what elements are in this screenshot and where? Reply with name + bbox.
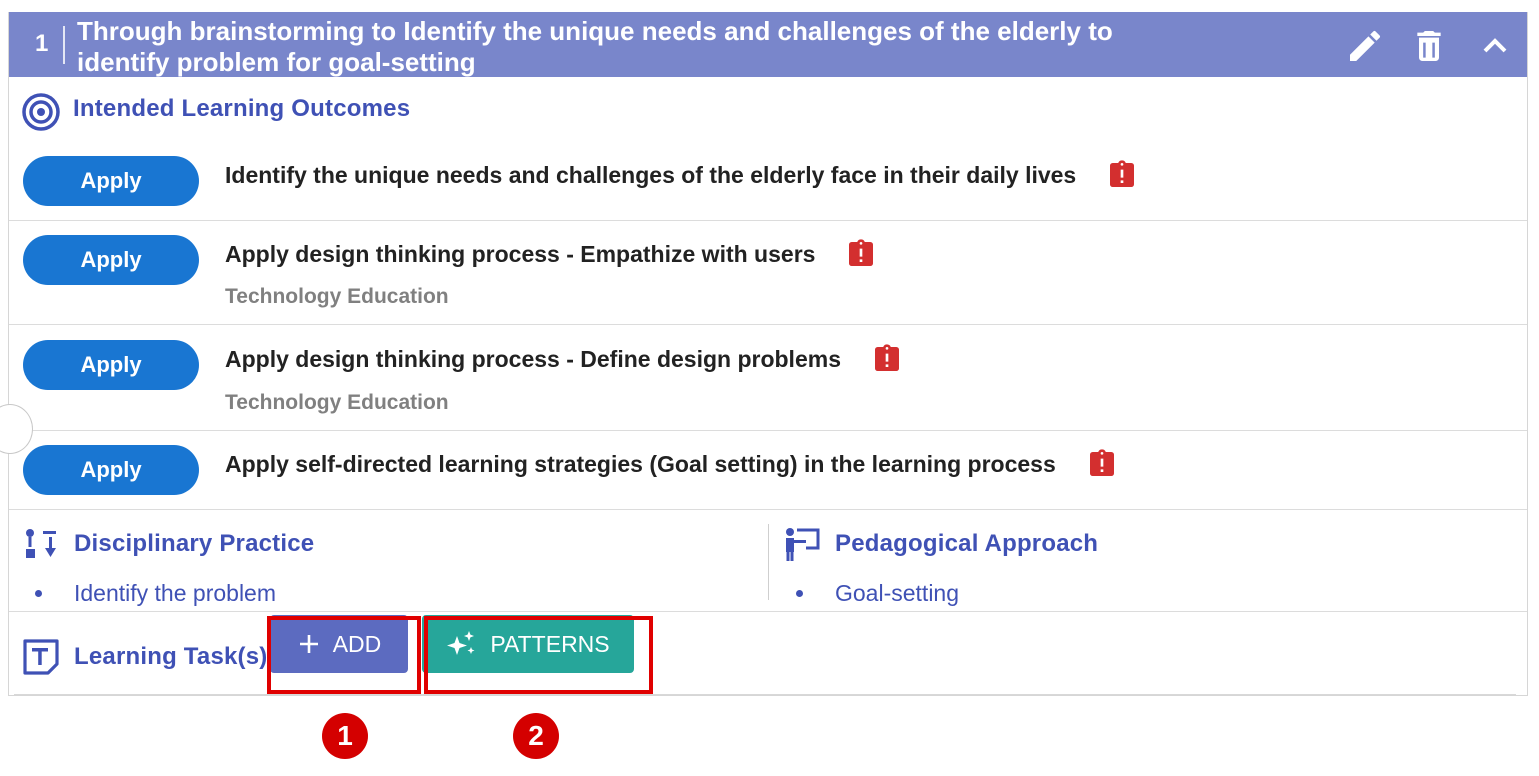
- outcome-text: Apply design thinking process - Define d…: [225, 345, 841, 372]
- outcome-text: Identify the unique needs and challenges…: [225, 161, 1077, 188]
- list-item: Apply Identify the unique needs and chal…: [9, 142, 1527, 222]
- apply-button[interactable]: Apply: [23, 445, 199, 495]
- clipboard-alert-icon[interactable]: [1106, 158, 1138, 192]
- column-divider: [768, 524, 769, 600]
- pedagogical-title: Pedagogical Approach: [835, 530, 1099, 557]
- clipboard-alert-icon[interactable]: [871, 342, 903, 376]
- disciplinary-title: Disciplinary Practice: [74, 530, 315, 557]
- apply-button[interactable]: Apply: [23, 156, 199, 206]
- list-item: Apply Apply design thinking process - Em…: [9, 221, 1527, 325]
- divider: [14, 694, 1516, 695]
- pedagogical-item: Goal-setting: [835, 580, 960, 606]
- target-icon: [21, 92, 61, 132]
- ilo-title: Intended Learning Outcomes: [73, 95, 411, 122]
- outcome-subject: Technology Education: [225, 391, 449, 414]
- apply-button[interactable]: Apply: [23, 235, 199, 285]
- list-item: Apply Apply design thinking process - De…: [9, 325, 1527, 431]
- outcome-text: Apply design thinking process - Empathiz…: [225, 240, 816, 267]
- bullet: [35, 590, 42, 597]
- task-icon: [22, 638, 60, 676]
- outcome-row-text: Apply design thinking process - Define d…: [225, 342, 903, 376]
- divider: [9, 611, 1527, 612]
- teacher-icon: [784, 526, 820, 562]
- outcome-subject: Technology Education: [225, 285, 449, 308]
- header-separator: [63, 26, 65, 64]
- divider: [9, 509, 1527, 510]
- workflow-icon: [23, 527, 59, 561]
- outcome-row-text: Apply design thinking process - Empathiz…: [225, 237, 877, 271]
- clipboard-alert-icon[interactable]: [1086, 447, 1118, 481]
- collapse-icon[interactable]: [1475, 26, 1515, 66]
- apply-button[interactable]: Apply: [23, 340, 199, 390]
- clipboard-alert-icon[interactable]: [845, 237, 877, 271]
- callout-marker-1: 1: [322, 713, 368, 759]
- bullet: [796, 590, 803, 597]
- step-number: 1: [35, 30, 49, 57]
- step-title: Through brainstorming to Identify the un…: [77, 16, 1113, 77]
- disciplinary-item: Identify the problem: [74, 580, 277, 606]
- delete-icon[interactable]: [1409, 26, 1449, 66]
- outcome-row-text: Identify the unique needs and challenges…: [225, 158, 1138, 192]
- step-header[interactable]: 1 Through brainstorming to Identify the …: [9, 12, 1527, 77]
- highlight-box-patterns: [424, 616, 653, 694]
- list-item: Apply Apply self-directed learning strat…: [9, 431, 1527, 509]
- learning-tasks-title: Learning Task(s): [74, 643, 268, 670]
- callout-marker-2: 2: [513, 713, 559, 759]
- outcome-text: Apply self-directed learning strategies …: [225, 450, 1056, 477]
- outcome-row-text: Apply self-directed learning strategies …: [225, 447, 1118, 481]
- edit-icon[interactable]: [1345, 26, 1385, 66]
- highlight-box-add: [267, 616, 421, 694]
- learning-step-card: 1 Through brainstorming to Identify the …: [0, 12, 1528, 696]
